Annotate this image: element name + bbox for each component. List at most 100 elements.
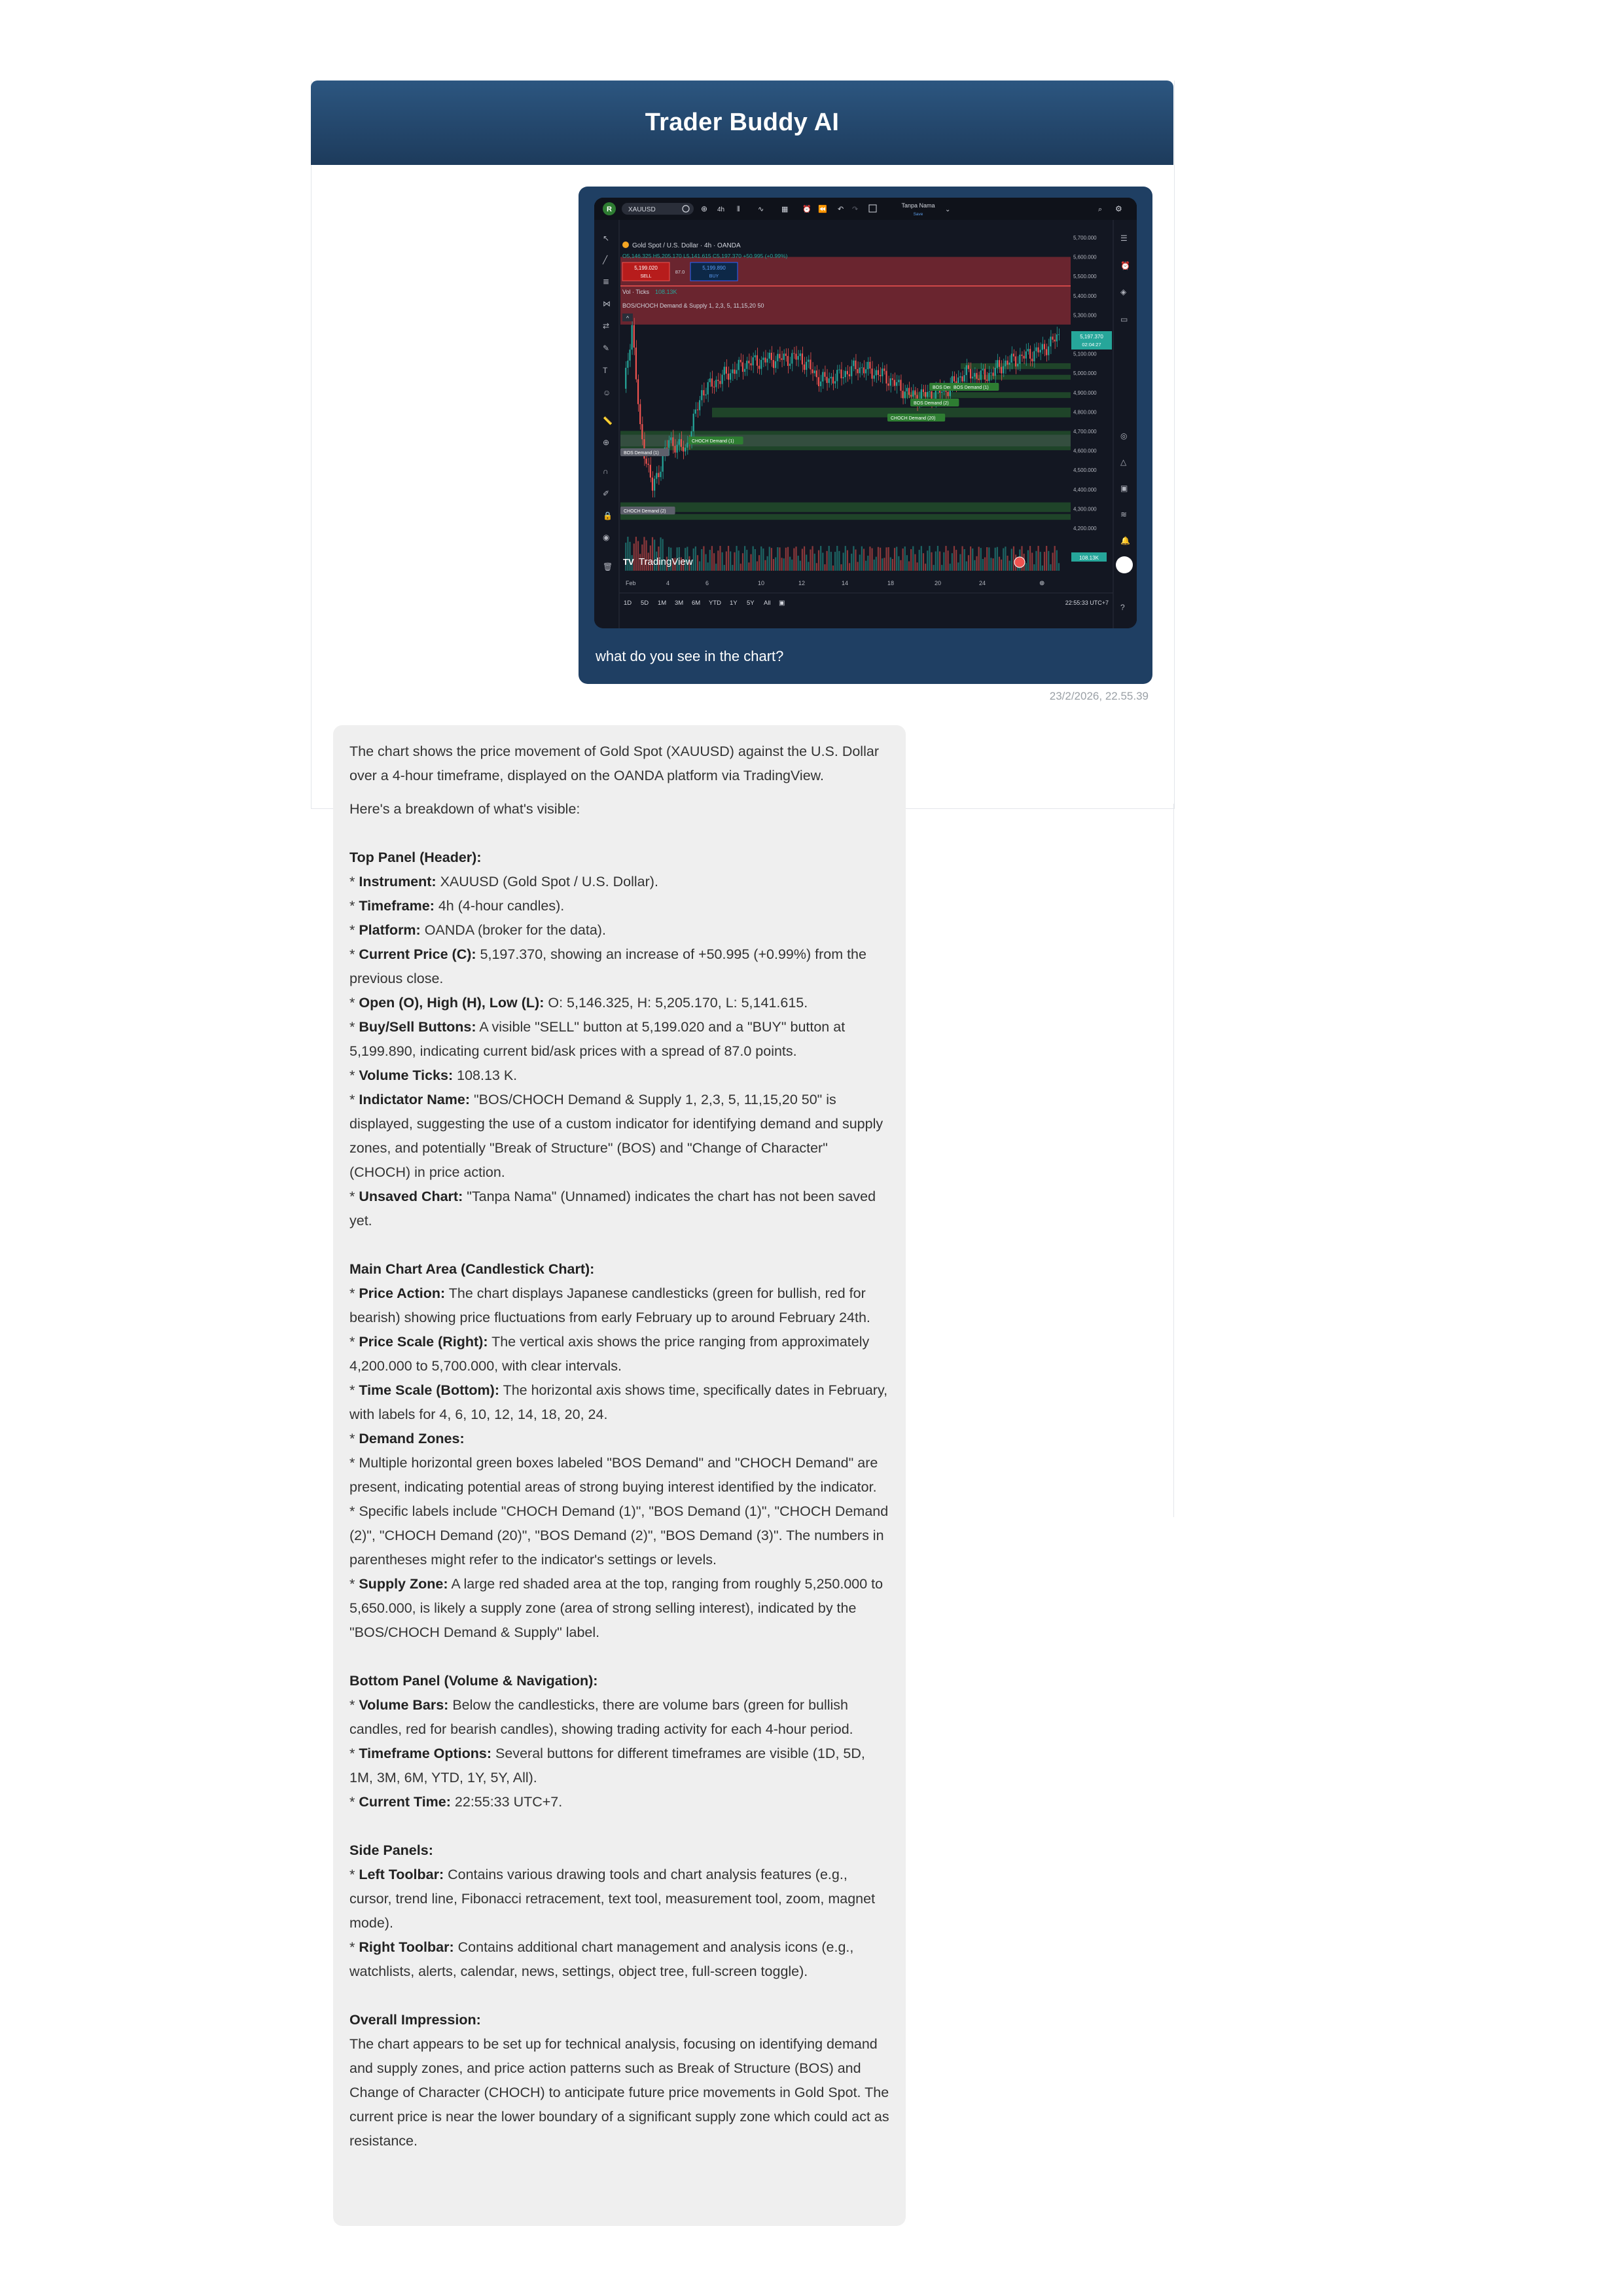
indicator-label: BOS/CHOCH Demand & Supply 1, 2,3, 5, 11,… (622, 302, 764, 309)
visibility-icon[interactable]: ◉ (603, 533, 609, 542)
timeframe-button-all[interactable]: All (764, 600, 771, 607)
price-tick-label: 4,700.000 (1073, 429, 1097, 435)
layout-chevron-icon[interactable]: ⌄ (945, 206, 950, 213)
trendline-icon[interactable]: ╱ (602, 255, 608, 264)
magnet-icon[interactable]: ∩ (603, 467, 609, 476)
volume-bar (797, 556, 799, 571)
volume-bar (865, 560, 867, 571)
cursor-icon[interactable]: ↖ (603, 234, 609, 243)
volume-bar (750, 554, 752, 571)
fibonacci-icon[interactable]: ≣ (603, 277, 609, 286)
candle-body (762, 357, 764, 360)
price-tick-label: 4,900.000 (1073, 390, 1097, 396)
target-icon[interactable]: ◎ (1120, 431, 1127, 440)
go-to-icon[interactable]: ⊕ (1039, 580, 1044, 587)
chart-screenshot-attachment[interactable]: R XAUUSD ⊕ 4h ⫴ ∿ ▦ ⏰ ⏪ ↶ ↷ Tanpa Nama S… (594, 198, 1137, 628)
candle-body (674, 446, 676, 453)
candle-body (1039, 350, 1041, 353)
pattern-icon[interactable]: ⋈ (603, 299, 611, 308)
object-tree-icon[interactable]: ◈ (1120, 287, 1127, 296)
calendar-icon[interactable]: ▣ (1120, 484, 1128, 493)
timeframe-button-6m[interactable]: 6M (692, 600, 700, 607)
interval-button[interactable]: 4h (717, 206, 724, 213)
bullet-item: * Price Scale (Right): The vertical axis… (349, 1334, 870, 1374)
candle-body (801, 353, 804, 365)
candle-body (842, 377, 844, 379)
news-icon[interactable]: ≋ (1120, 510, 1127, 519)
hotlist-icon[interactable]: △ (1120, 457, 1127, 467)
price-tick-label: 4,600.000 (1073, 448, 1097, 454)
bullet-label: Current Price (C): (359, 946, 476, 962)
templates-icon[interactable]: ▦ (781, 206, 788, 213)
candle-body (627, 360, 629, 368)
current-price-badge: 5,197.370 02:04:27 (1071, 331, 1112, 350)
volume-bar (783, 558, 785, 571)
timeframe-button-5y[interactable]: 5Y (747, 600, 755, 607)
candle-body (741, 362, 744, 372)
volume-bar (887, 547, 889, 571)
volume-bar (998, 556, 1001, 571)
volume-bar (736, 546, 738, 571)
volume-bar (1035, 550, 1037, 571)
chat-icon[interactable]: ▭ (1120, 315, 1128, 324)
candle-body (806, 361, 808, 370)
timeframe-button-ytd[interactable]: YTD (709, 600, 721, 607)
undo-icon[interactable]: ↶ (838, 206, 844, 213)
settings-icon[interactable]: ⚙ (1115, 204, 1122, 213)
date-range-icon[interactable]: ▣ (779, 600, 785, 607)
volume-bar (741, 553, 744, 571)
timeframe-button-5d[interactable]: 5D (641, 600, 649, 607)
candle-body (647, 463, 649, 465)
zoom-icon[interactable]: ⊕ (603, 438, 609, 447)
candle-body (633, 325, 635, 348)
volume-bar (1001, 559, 1003, 571)
notifications-icon[interactable]: 🔔 (1120, 536, 1130, 545)
volume-bar (906, 555, 908, 571)
candle-body (820, 381, 822, 387)
timeframe-button-1m[interactable]: 1M (658, 600, 666, 607)
watchlist-icon[interactable]: ☰ (1120, 234, 1128, 243)
candle-body (1054, 339, 1056, 342)
timeframe-button-1d[interactable]: 1D (624, 600, 632, 607)
quick-search-icon[interactable]: ⌕ (1098, 206, 1102, 213)
overall-text: The chart appears to be set up for techn… (349, 2036, 889, 2149)
apps-icon[interactable] (1116, 556, 1133, 573)
trash-icon[interactable]: 🗑 (603, 562, 613, 571)
alert-icon[interactable]: ⏰ (802, 204, 812, 213)
volume-bar (935, 551, 936, 571)
candle-body (941, 391, 943, 393)
candle-body (656, 473, 658, 479)
add-symbol-icon[interactable]: ⊕ (701, 204, 707, 213)
brush-icon[interactable]: ✎ (603, 344, 609, 353)
candle-type-icon[interactable]: ⫴ (737, 206, 740, 213)
lock-icon[interactable]: 🔒 (603, 511, 613, 520)
emoji-icon[interactable]: ☺ (603, 388, 611, 397)
volume-bar (803, 546, 806, 571)
candle-body (853, 360, 855, 367)
forecast-icon[interactable]: ⇄ (603, 321, 609, 331)
timeframe-bar: 1D 5D 1M 3M 6M YTD 1Y 5Y All (624, 600, 771, 607)
candle-body (980, 370, 982, 380)
indicators-icon[interactable]: ∿ (758, 206, 764, 213)
bullet-text: 4h (4-hour candles). (438, 898, 565, 914)
text-tool-icon[interactable]: T (603, 366, 608, 375)
candle-body (873, 375, 875, 379)
alerts-icon[interactable]: ⏰ (1120, 260, 1130, 270)
user-message-text: what do you see in the chart? (596, 648, 784, 664)
volume-bar (758, 555, 760, 571)
replay-icon[interactable]: ⏪ (818, 205, 827, 213)
volume-bar (871, 548, 873, 571)
candle-body (1041, 344, 1043, 350)
lock-drawings-icon[interactable]: ✐ (603, 489, 609, 498)
timeframe-button-1y[interactable]: 1Y (730, 600, 738, 607)
volume-bar (1052, 552, 1054, 571)
help-icon[interactable]: ? (1120, 603, 1125, 612)
volume-bar (908, 561, 910, 571)
timeframe-button-3m[interactable]: 3M (675, 600, 683, 607)
layout-name[interactable]: Tanpa Nama (901, 202, 935, 209)
volume-bar (861, 546, 863, 571)
redo-icon[interactable]: ↷ (852, 206, 858, 213)
candle-body (922, 389, 925, 392)
candle-body (740, 359, 741, 363)
ruler-icon[interactable]: 📏 (603, 416, 613, 425)
